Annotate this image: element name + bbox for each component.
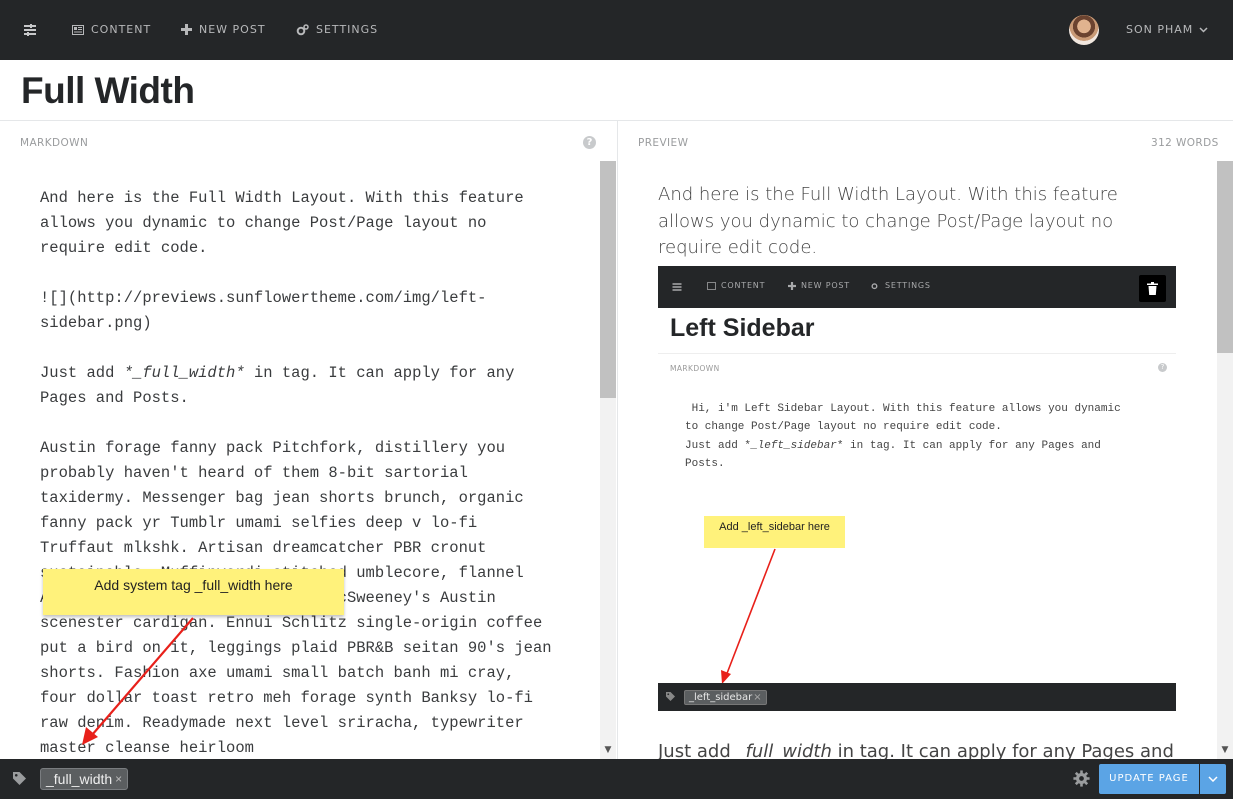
chevron-down-icon	[1199, 26, 1208, 33]
tag-icon	[13, 772, 26, 785]
tag-bar: _full_width × UPDATE PAGE	[0, 759, 1233, 799]
preview-paragraph: Just add _full_width in tag. It can appl…	[658, 739, 1178, 759]
preview-paragraph: And here is the Full Width Layout. With …	[658, 184, 1118, 258]
preview-image: CONTENT NEW POST SETTINGS Left Sidebar M…	[658, 266, 1176, 711]
user-menu[interactable]: SON PHAM	[1126, 23, 1208, 36]
image-tag-bar: _left_sidebar×	[658, 683, 1176, 711]
image-tag-label: _left_sidebar	[689, 692, 753, 703]
image-tag-remove: ×	[753, 692, 762, 703]
image-tag-chip: _left_sidebar×	[684, 690, 767, 705]
preview-text-start: Just add	[658, 741, 737, 759]
user-name: SON PHAM	[1126, 23, 1194, 36]
callout-arrow	[82, 617, 194, 745]
avatar[interactable]	[1069, 15, 1099, 45]
word-count: 312 WORDS	[1151, 137, 1219, 149]
preview-emphasis: _full_width	[736, 741, 832, 759]
tag-chip[interactable]: _full_width ×	[40, 768, 129, 790]
publish-options-button[interactable]	[1200, 764, 1226, 794]
tag-label: _full_width	[46, 771, 113, 787]
update-page-button[interactable]: UPDATE PAGE	[1099, 764, 1199, 794]
preview-scrollbar-thumb[interactable]	[1217, 161, 1233, 353]
scroll-down-arrow[interactable]: ▼	[1217, 743, 1233, 757]
tag-remove-icon[interactable]: ×	[115, 769, 122, 789]
image-callout-arrow	[721, 548, 776, 684]
gear-icon[interactable]	[1073, 770, 1090, 787]
tag-icon	[666, 692, 675, 701]
chevron-down-icon	[1208, 776, 1218, 782]
preview-label: PREVIEW	[638, 137, 689, 149]
